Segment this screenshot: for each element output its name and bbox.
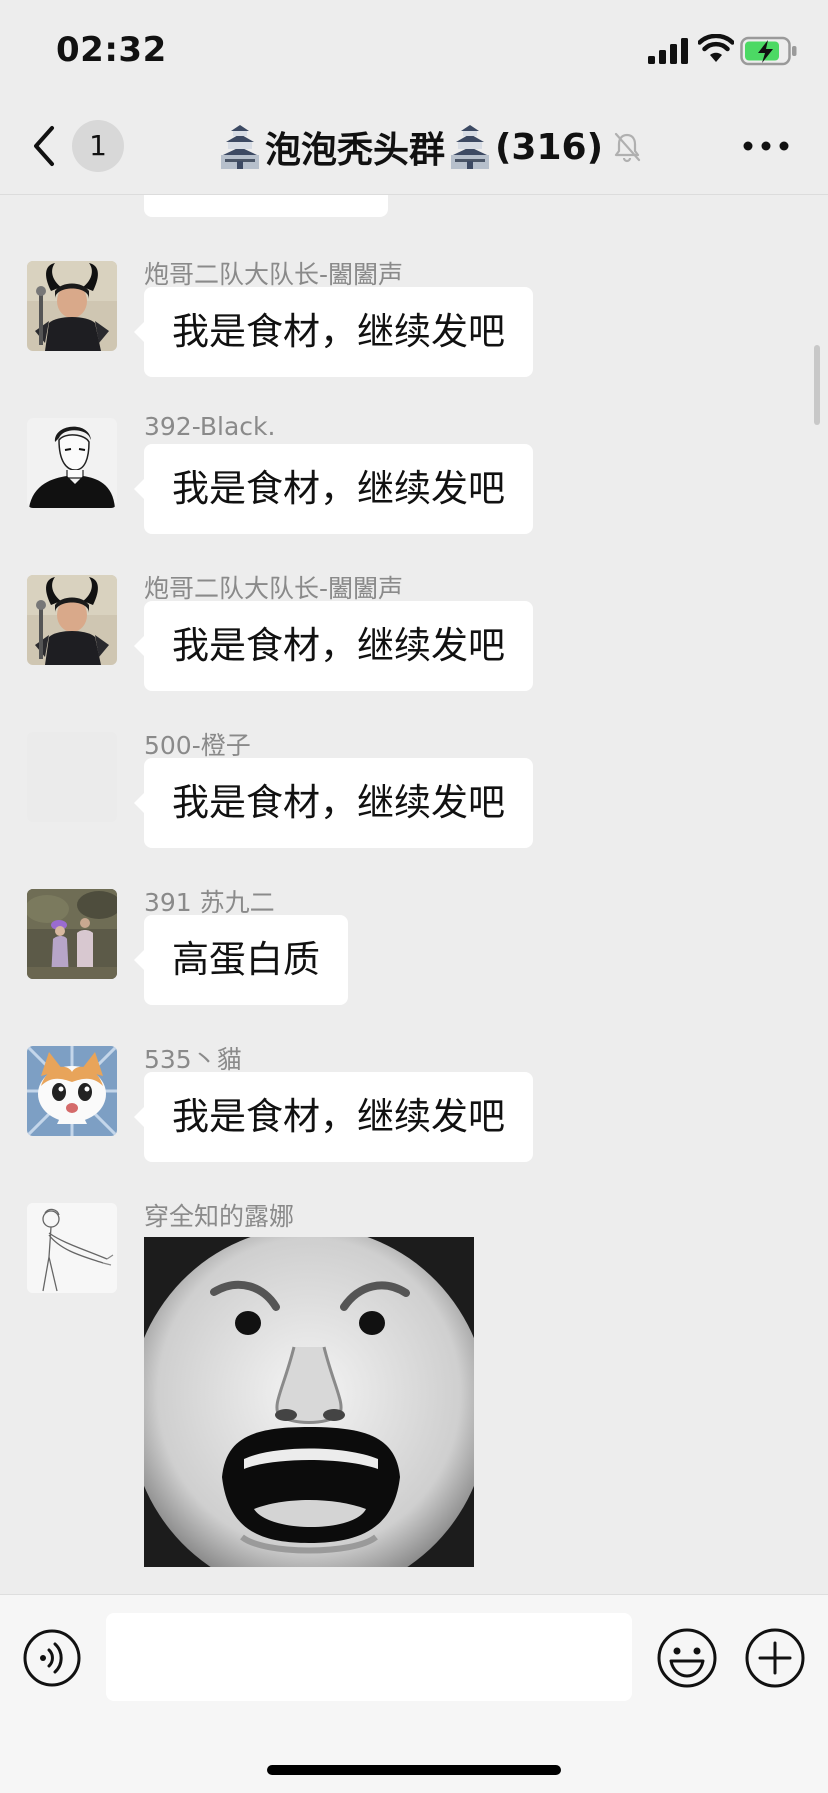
home-indicator <box>267 1765 561 1775</box>
scroll-indicator[interactable] <box>814 345 820 425</box>
wifi-icon <box>698 34 734 62</box>
voice-icon[interactable] <box>23 1629 81 1687</box>
castle-emoji-icon <box>220 125 259 169</box>
status-time: 02:32 <box>56 30 167 70</box>
mute-bell-icon <box>614 132 641 163</box>
emoji-icon[interactable] <box>656 1627 718 1689</box>
message-bubble[interactable]: 我是食材，继续发吧 <box>134 1072 533 1162</box>
sender-name: 穿全知的露娜 <box>144 1202 295 1231</box>
castle-emoji-icon <box>450 125 489 169</box>
message-bubble[interactable]: 我是食材，继续发吧 <box>134 601 533 691</box>
chat-input-bar <box>0 1594 828 1793</box>
message-bubble[interactable]: 我是食材，继续发吧 <box>134 758 533 848</box>
chat-title-area[interactable]: 泡泡秃头群 (316) <box>210 120 650 174</box>
plus-icon[interactable] <box>744 1627 806 1689</box>
battery-charging-icon <box>740 36 797 66</box>
blank-avatar[interactable] <box>27 732 117 822</box>
message-bubble[interactable]: 我是食材，继续发吧 <box>134 287 533 377</box>
unread-count-badge[interactable]: 1 <box>72 120 124 172</box>
chat-title: 泡泡秃头群 <box>264 130 445 171</box>
horned-girl-avatar[interactable] <box>27 261 117 351</box>
sender-name: 535丶貓 <box>144 1045 242 1074</box>
line-drawing-avatar[interactable] <box>27 1203 117 1293</box>
chat-screen: 02:32 1 泡泡秃头群 (316) 炮哥二队大队长-闔闔声 我是食材，继续发… <box>0 0 828 1793</box>
cellular-signal-icon <box>648 38 688 64</box>
more-options-icon[interactable] <box>742 138 790 154</box>
sender-name: 391 苏九二 <box>144 888 275 917</box>
message-input[interactable] <box>106 1613 632 1701</box>
cartoon-cat-avatar[interactable] <box>27 1046 117 1136</box>
chat-header: 1 泡泡秃头群 (316) <box>0 100 828 195</box>
sender-name: 炮哥二队大队长-闔闔声 <box>144 574 404 603</box>
back-chevron-icon[interactable] <box>30 124 60 168</box>
sketch-man-avatar[interactable] <box>27 418 117 508</box>
shocked-face-meme-sticker[interactable] <box>144 1237 474 1567</box>
message-bubble[interactable]: 我是食材，继续发吧 <box>134 444 533 534</box>
status-bar: 02:32 <box>0 0 828 100</box>
sender-name: 炮哥二队大队长-闔闔声 <box>144 260 404 289</box>
couple-photo-avatar[interactable] <box>27 889 117 979</box>
sender-name: 392-Black. <box>144 412 276 441</box>
message-bubble-partial <box>144 195 388 217</box>
member-count: (316) <box>494 126 604 168</box>
message-list[interactable]: 炮哥二队大队长-闔闔声 我是食材，继续发吧 392-Black. 我是食材，继续… <box>0 195 828 1595</box>
sender-name: 500-橙子 <box>144 731 251 760</box>
message-bubble[interactable]: 高蛋白质 <box>134 915 348 1005</box>
horned-girl-avatar[interactable] <box>27 575 117 665</box>
